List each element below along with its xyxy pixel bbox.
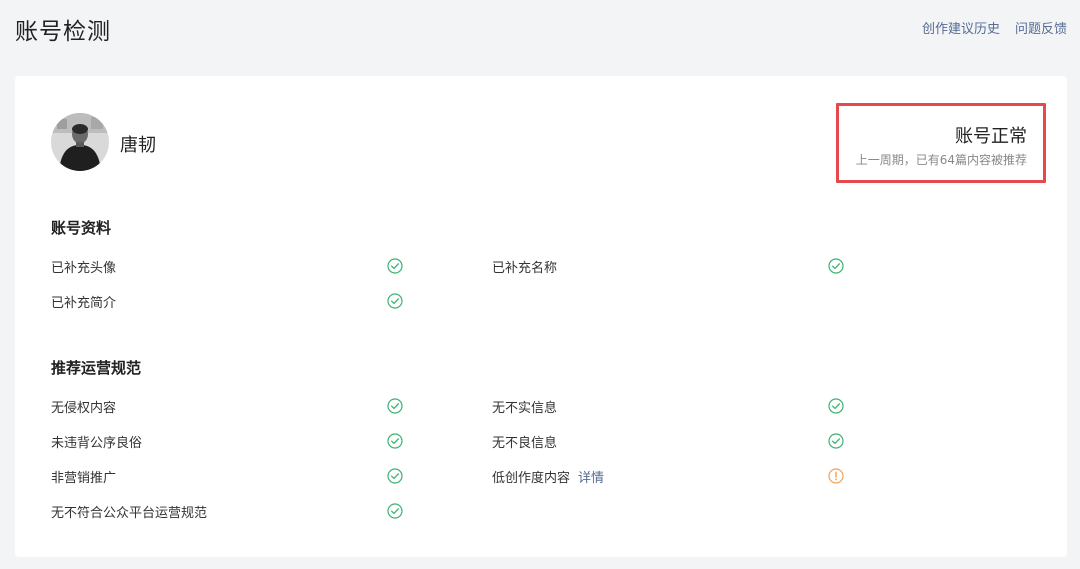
- item-label: 无不符合公众平台运营规范: [51, 506, 208, 521]
- list-item: 无不实信息: [492, 397, 557, 416]
- item-label: 无侵权内容: [51, 401, 117, 416]
- check-circle-icon: [387, 293, 403, 309]
- item-label: 已补充名称: [492, 261, 558, 276]
- account-status-description: 上一周期，已有64篇内容被推荐: [855, 153, 1027, 167]
- account-status-title: 账号正常: [955, 126, 1027, 147]
- check-circle-icon: [387, 503, 403, 519]
- list-item: 已补充名称: [492, 257, 557, 276]
- account-check-card: 唐韧 账号正常 上一周期，已有64篇内容被推荐 账号资料 已补充头像 已补充名称…: [15, 76, 1067, 557]
- check-circle-icon: [828, 433, 844, 449]
- page-title: 账号检测: [15, 19, 111, 45]
- check-circle-icon: [828, 258, 844, 274]
- avatar-photo-icon: [51, 113, 109, 171]
- list-item: 无不符合公众平台运营规范: [51, 502, 207, 521]
- list-item: 已补充头像: [51, 257, 116, 276]
- list-item: 非营销推广: [51, 467, 116, 486]
- top-links: 创作建议历史 问题反馈: [922, 18, 1067, 37]
- list-item: 已补充简介: [51, 292, 116, 311]
- list-item: 未违背公序良俗: [51, 432, 142, 451]
- check-circle-icon: [387, 433, 403, 449]
- item-label: 已补充头像: [51, 261, 117, 276]
- check-circle-icon: [387, 468, 403, 484]
- creation-advice-history-link[interactable]: 创作建议历史: [922, 18, 1000, 37]
- avatar[interactable]: [51, 113, 109, 171]
- check-circle-icon: [387, 398, 403, 414]
- check-circle-icon: [828, 398, 844, 414]
- detail-link[interactable]: 详情: [578, 467, 604, 486]
- feedback-link[interactable]: 问题反馈: [1015, 18, 1067, 37]
- account-status-box: 账号正常 上一周期，已有64篇内容被推荐: [836, 103, 1046, 183]
- item-label: 未违背公序良俗: [51, 436, 143, 451]
- list-item: 无侵权内容: [51, 397, 116, 416]
- section-title-account-info: 账号资料: [51, 219, 112, 237]
- warning-circle-icon: [828, 468, 844, 484]
- item-label: 无不实信息: [492, 401, 558, 416]
- item-label: 已补充简介: [51, 296, 117, 311]
- item-label: 非营销推广: [51, 471, 117, 486]
- list-item: 低创作度内容 详情: [492, 467, 604, 486]
- list-item: 无不良信息: [492, 432, 557, 451]
- section-title-recommend-rules: 推荐运营规范: [51, 359, 142, 377]
- item-label: 低创作度内容: [492, 471, 571, 486]
- check-circle-icon: [387, 258, 403, 274]
- item-label: 无不良信息: [492, 436, 558, 451]
- user-name: 唐韧: [120, 135, 156, 156]
